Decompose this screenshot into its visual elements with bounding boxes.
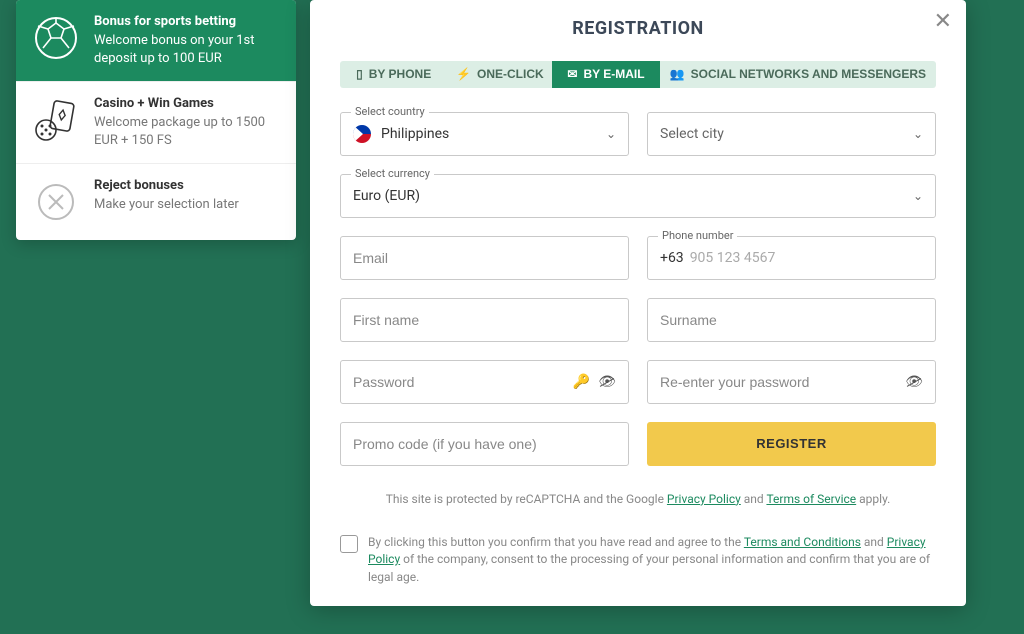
- users-icon: 👥: [670, 67, 685, 81]
- promo-field[interactable]: [340, 422, 629, 466]
- close-button[interactable]: ✕: [934, 10, 952, 32]
- tab-phone-label: BY PHONE: [369, 67, 431, 81]
- tab-social-label: SOCIAL NETWORKS AND MESSENGERS: [691, 67, 926, 81]
- repassword-field[interactable]: 👁: [647, 360, 936, 404]
- eye-off-icon[interactable]: 👁: [598, 374, 616, 390]
- privacy-link[interactable]: Privacy Policy: [667, 492, 741, 506]
- chevron-down-icon: ⌄: [913, 189, 923, 203]
- tab-by-phone[interactable]: ▯ BY PHONE: [340, 61, 447, 88]
- country-value: Philippines: [381, 126, 606, 142]
- registration-tabs: ▯ BY PHONE ⚡ ONE-CLICK ✉ BY E-MAIL 👥 SOC…: [340, 61, 936, 88]
- mail-icon: ✉: [567, 67, 577, 81]
- firstname-input[interactable]: [353, 312, 616, 328]
- registration-modal: ✕ REGISTRATION ▯ BY PHONE ⚡ ONE-CLICK ✉ …: [310, 0, 966, 606]
- bonus-option-sports[interactable]: Bonus for sports betting Welcome bonus o…: [16, 0, 296, 82]
- bonus-option-casino[interactable]: Casino + Win Games Welcome package up to…: [16, 82, 296, 164]
- bonus-option-reject[interactable]: Reject bonuses Make your selection later: [16, 164, 296, 240]
- bonus-sports-title: Bonus for sports betting: [94, 14, 280, 29]
- tab-by-email[interactable]: ✉ BY E-MAIL: [552, 61, 659, 88]
- surname-input[interactable]: [660, 312, 923, 328]
- city-placeholder: Select city: [660, 126, 913, 142]
- casino-icon: [32, 96, 80, 144]
- soccer-icon: [32, 14, 80, 62]
- tab-email-label: BY E-MAIL: [583, 67, 644, 81]
- phone-label: Phone number: [658, 229, 737, 242]
- phone-prefix: +63: [660, 250, 684, 266]
- promo-input[interactable]: [353, 436, 616, 452]
- email-input[interactable]: [353, 250, 616, 266]
- chevron-down-icon: ⌄: [913, 127, 923, 141]
- currency-select[interactable]: Select currency Euro (EUR) ⌄: [340, 174, 936, 218]
- repassword-input[interactable]: [660, 374, 897, 390]
- key-icon[interactable]: 🔑: [573, 374, 590, 390]
- country-label: Select country: [351, 105, 429, 118]
- bonus-sidebar: Bonus for sports betting Welcome bonus o…: [16, 0, 296, 240]
- terms-text: By clicking this button you confirm that…: [368, 534, 936, 586]
- terms-conditions-link[interactable]: Terms and Conditions: [744, 535, 861, 549]
- tab-oneclick-label: ONE-CLICK: [477, 67, 544, 81]
- modal-title: REGISTRATION: [340, 18, 936, 39]
- terms-checkbox[interactable]: [340, 535, 358, 553]
- phone-field[interactable]: Phone number +63 905 123 4567: [647, 236, 936, 280]
- bonus-reject-subtitle: Make your selection later: [94, 196, 239, 214]
- tab-one-click[interactable]: ⚡ ONE-CLICK: [447, 61, 552, 88]
- flag-icon: [353, 125, 371, 143]
- currency-value: Euro (EUR): [353, 188, 913, 204]
- email-field[interactable]: [340, 236, 629, 280]
- country-select[interactable]: Select country Philippines ⌄: [340, 112, 629, 156]
- tab-social[interactable]: 👥 SOCIAL NETWORKS AND MESSENGERS: [660, 61, 936, 88]
- password-field[interactable]: 🔑 👁: [340, 360, 629, 404]
- recaptcha-note: This site is protected by reCAPTCHA and …: [340, 492, 936, 506]
- bonus-casino-title: Casino + Win Games: [94, 96, 280, 111]
- password-input[interactable]: [353, 374, 565, 390]
- firstname-field[interactable]: [340, 298, 629, 342]
- eye-off-icon[interactable]: 👁: [905, 374, 923, 390]
- tos-link[interactable]: Terms of Service: [766, 492, 856, 506]
- surname-field[interactable]: [647, 298, 936, 342]
- phone-icon: ▯: [356, 67, 363, 81]
- register-button[interactable]: REGISTER: [647, 422, 936, 466]
- bonus-casino-subtitle: Welcome package up to 1500 EUR + 150 FS: [94, 114, 280, 149]
- bonus-sports-subtitle: Welcome bonus on your 1st deposit up to …: [94, 32, 280, 67]
- bolt-icon: ⚡: [456, 67, 471, 81]
- phone-placeholder: 905 123 4567: [690, 250, 776, 266]
- city-select[interactable]: Select city ⌄: [647, 112, 936, 156]
- chevron-down-icon: ⌄: [606, 127, 616, 141]
- close-circle-icon: [32, 178, 80, 226]
- bonus-reject-title: Reject bonuses: [94, 178, 239, 193]
- currency-label: Select currency: [351, 167, 434, 180]
